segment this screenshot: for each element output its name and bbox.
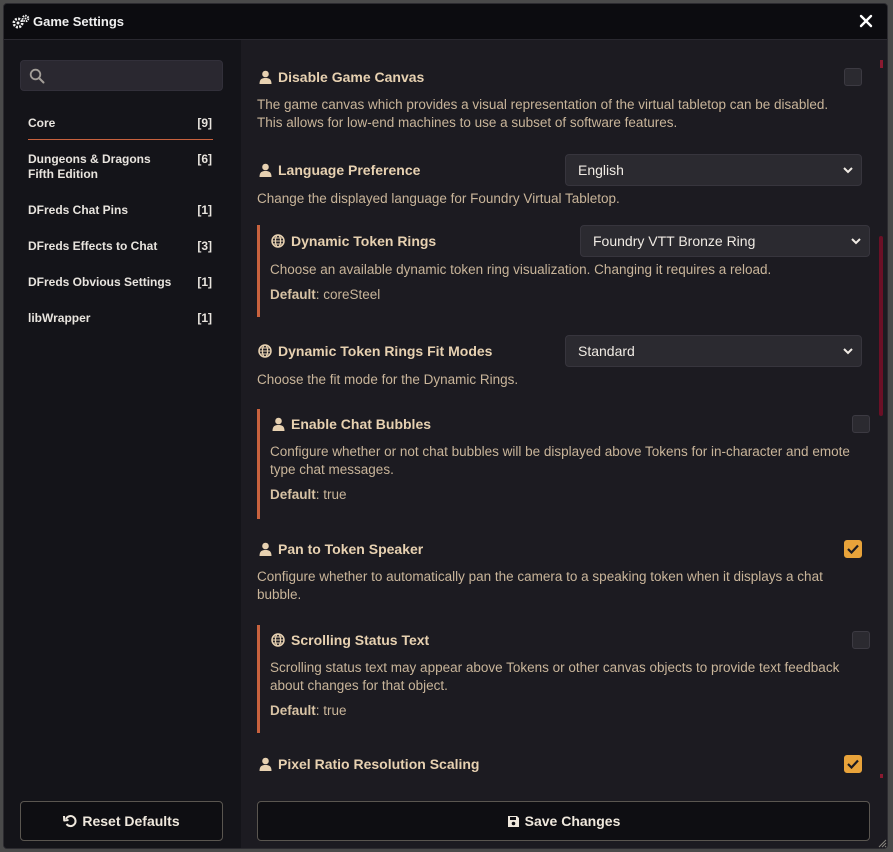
- setting-default: Default: true: [270, 487, 862, 502]
- select-value: Foundry VTT Bronze Ring: [593, 233, 756, 249]
- scrollbar-bottom-arrow[interactable]: [880, 774, 883, 778]
- search-box[interactable]: [20, 60, 223, 91]
- category-label: libWrapper: [28, 311, 91, 325]
- category-label: DFreds Effects to Chat: [28, 239, 158, 253]
- fit-mode-select[interactable]: Standard: [565, 335, 862, 367]
- user-icon: [257, 756, 273, 772]
- setting-hint: Change the displayed language for Foundr…: [257, 191, 620, 206]
- resize-handle-icon[interactable]: [877, 838, 887, 848]
- setting-dynamic-token-rings: Dynamic Token Rings Foundry VTT Bronze R…: [257, 225, 870, 317]
- category-label: Dungeons & Dragons Fifth Edition: [28, 152, 151, 181]
- save-changes-label: Save Changes: [524, 813, 621, 829]
- window-titlebar[interactable]: Game Settings: [4, 4, 887, 40]
- default-label: Default: [270, 703, 316, 718]
- select-value: Standard: [578, 343, 635, 359]
- category-dfreds-chat-pins[interactable]: DFreds Chat Pins [1]: [28, 203, 213, 218]
- category-dfreds-effects-to-chat[interactable]: DFreds Effects to Chat [3]: [28, 239, 213, 254]
- default-value: : true: [315, 487, 347, 502]
- user-icon: [257, 162, 273, 178]
- setting-name: Dynamic Token Rings: [291, 233, 437, 249]
- category-libwrapper[interactable]: libWrapper [1]: [28, 311, 213, 326]
- user-icon: [257, 541, 273, 557]
- category-core[interactable]: Core [9]: [28, 116, 213, 140]
- setting-name: Dynamic Token Rings Fit Modes: [278, 343, 493, 359]
- scrollbar-top-arrow[interactable]: [880, 60, 883, 68]
- globe-icon: [270, 233, 286, 249]
- save-icon: [507, 815, 519, 827]
- setting-language-preference: Language Preference English Change the d…: [257, 154, 862, 208]
- default-label: Default: [270, 287, 316, 302]
- chevron-down-icon: [843, 167, 853, 174]
- cogs-icon: [12, 14, 30, 28]
- default-value: : coreSteel: [315, 287, 381, 302]
- globe-icon: [257, 343, 273, 359]
- setting-checkbox[interactable]: [844, 68, 862, 86]
- setting-pixel-ratio-scaling: Pixel Ratio Resolution Scaling: [257, 749, 862, 779]
- setting-checkbox[interactable]: [852, 631, 870, 649]
- user-icon: [270, 416, 286, 432]
- category-label: Core: [28, 116, 56, 130]
- reset-defaults-label: Reset Defaults: [82, 813, 180, 829]
- scrollbar[interactable]: [879, 60, 883, 778]
- settings-list[interactable]: Disable Game Canvas The game canvas whic…: [241, 40, 887, 848]
- category-dnd5e[interactable]: Dungeons & Dragons Fifth Edition [6]: [28, 152, 213, 182]
- setting-hint: Choose the fit mode for the Dynamic Ring…: [257, 372, 519, 387]
- setting-scrolling-status-text: Scrolling Status Text Scrolling status t…: [257, 625, 870, 733]
- window-title: Game Settings: [33, 14, 125, 29]
- setting-default: Default: true: [270, 703, 862, 718]
- setting-hint: Choose an available dynamic token ring v…: [270, 262, 772, 277]
- checkmark-icon: [847, 759, 859, 769]
- checkmark-icon: [847, 544, 859, 554]
- category-count: [3]: [197, 239, 212, 253]
- setting-hint: Configure whether or not chat bubbles wi…: [270, 444, 850, 477]
- setting-hint: The game canvas which provides a visual …: [257, 97, 829, 130]
- close-icon[interactable]: [859, 14, 873, 28]
- setting-token-ring-fit-modes: Dynamic Token Rings Fit Modes Standard C…: [257, 335, 862, 389]
- category-count: [1]: [197, 203, 212, 217]
- search-icon: [29, 68, 45, 84]
- scrollbar-thumb[interactable]: [879, 236, 883, 416]
- setting-disable-game-canvas: Disable Game Canvas The game canvas whic…: [257, 62, 862, 132]
- setting-pan-to-token-speaker: Pan to Token Speaker Configure whether t…: [257, 534, 862, 604]
- game-settings-window: Game Settings Core [9] Dungeons & Dragon…: [3, 3, 888, 849]
- category-count: [1]: [197, 311, 212, 325]
- setting-name: Pixel Ratio Resolution Scaling: [278, 756, 480, 772]
- chevron-down-icon: [851, 238, 861, 245]
- undo-icon: [63, 815, 77, 828]
- setting-name: Language Preference: [278, 162, 421, 178]
- category-count: [1]: [197, 275, 212, 289]
- category-count: [9]: [197, 116, 212, 130]
- settings-sidebar: Core [9] Dungeons & Dragons Fifth Editio…: [4, 40, 241, 848]
- setting-enable-chat-bubbles: Enable Chat Bubbles Configure whether or…: [257, 409, 870, 519]
- select-value: English: [578, 162, 624, 178]
- setting-name: Disable Game Canvas: [278, 69, 425, 85]
- category-count: [6]: [197, 152, 212, 166]
- reset-defaults-button[interactable]: Reset Defaults: [20, 801, 223, 841]
- setting-name: Scrolling Status Text: [291, 632, 430, 648]
- globe-icon: [270, 632, 286, 648]
- category-label: DFreds Obvious Settings: [28, 275, 172, 289]
- setting-checkbox[interactable]: [844, 755, 862, 773]
- default-value: : true: [315, 703, 347, 718]
- setting-hint: Scrolling status text may appear above T…: [270, 660, 840, 693]
- setting-hint: Configure whether to automatically pan t…: [257, 569, 823, 602]
- setting-name: Enable Chat Bubbles: [291, 416, 432, 432]
- category-label: DFreds Chat Pins: [28, 203, 129, 217]
- category-dfreds-obvious-settings[interactable]: DFreds Obvious Settings [1]: [28, 275, 213, 290]
- user-icon: [257, 69, 273, 85]
- setting-default: Default: coreSteel: [270, 287, 862, 302]
- setting-name: Pan to Token Speaker: [278, 541, 424, 557]
- chevron-down-icon: [843, 348, 853, 355]
- setting-checkbox[interactable]: [852, 415, 870, 433]
- setting-checkbox[interactable]: [844, 540, 862, 558]
- token-ring-select[interactable]: Foundry VTT Bronze Ring: [580, 225, 870, 257]
- language-select[interactable]: English: [565, 154, 862, 186]
- default-label: Default: [270, 487, 316, 502]
- save-changes-button[interactable]: Save Changes: [257, 801, 870, 841]
- search-input[interactable]: [51, 65, 216, 87]
